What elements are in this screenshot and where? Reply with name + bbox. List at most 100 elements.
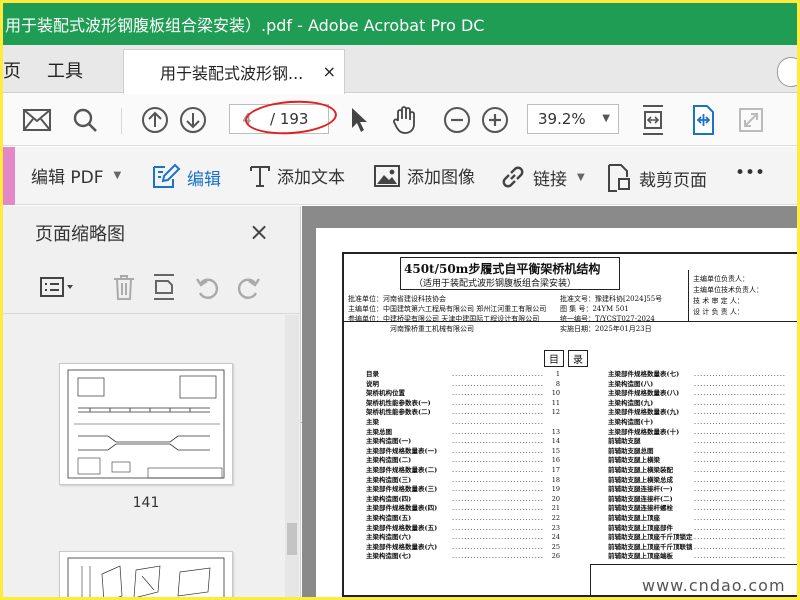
toc-leader-dots: ........................................ — [452, 379, 544, 388]
toc-entry[interactable]: 前辅助支腿连接杆(一).............................… — [608, 485, 797, 495]
toc-entry[interactable]: 前辅助支腿连接杆(二).............................… — [608, 495, 797, 505]
toc-entry[interactable]: 主梁部件规格数量表(八)............................… — [608, 389, 797, 399]
edit-button[interactable]: 编辑 — [151, 163, 221, 191]
toc-entry-page: 14 — [551, 437, 560, 446]
toc-entry[interactable]: 主梁构造图(三)................................… — [366, 476, 560, 486]
profile-icon[interactable] — [777, 57, 797, 87]
toc-entry-title: 前辅助支腿连接杆(一) — [608, 485, 673, 494]
toc-entry[interactable]: 主梁构造图(六)................................… — [366, 533, 560, 543]
zoom-select[interactable]: 39.2% ▼ — [527, 104, 619, 134]
previous-page-icon[interactable] — [139, 104, 171, 136]
select-cursor-icon[interactable] — [343, 104, 375, 136]
tab-document-label: 用于装配式波形钢... — [160, 64, 304, 83]
extract-page-icon[interactable] — [149, 272, 179, 302]
mail-icon[interactable] — [21, 104, 53, 136]
toc-leader-dots: ........................................ — [452, 437, 544, 446]
toc-entry[interactable]: 目录......................................… — [366, 370, 560, 380]
tab-home[interactable]: 页 — [3, 57, 21, 83]
toc-leader-dots: ........................................ — [694, 465, 786, 474]
rotate-left-icon[interactable] — [193, 272, 223, 302]
toc-leader-dots: ........................................ — [694, 398, 786, 407]
toc-entry[interactable]: 说明......................................… — [366, 380, 560, 390]
tab-tools[interactable]: 工具 — [47, 57, 83, 83]
zoom-in-icon[interactable] — [479, 104, 511, 136]
toc-entry[interactable]: 前辅助支腿上顶座千斤顶锁定...........................… — [608, 533, 797, 543]
toc-entry[interactable]: 主梁部件规格数量表(五)............................… — [366, 524, 560, 534]
toc-entry[interactable]: 主梁构造图(一)................................… — [366, 437, 560, 447]
toc-entry[interactable]: 前辅助支腿上顶座部件..............................… — [608, 524, 797, 534]
toc-entry[interactable]: 前辅助支腿连接杆螺栓..............................… — [608, 504, 797, 514]
toc-entry-page: 22 — [551, 513, 560, 522]
toc-entry[interactable]: 主梁部件规格数量表(四)............................… — [366, 504, 560, 514]
thumbnail-options-icon[interactable] — [37, 272, 79, 302]
toc-entry[interactable]: 前辅助支腿上横梁................................… — [608, 456, 797, 466]
fit-page-icon[interactable] — [637, 104, 669, 136]
toc-entry-title: 主梁构造图(三) — [366, 475, 412, 484]
full-screen-icon[interactable] — [735, 104, 767, 136]
toc-entry[interactable]: 主梁部件规格数量表(三)............................… — [366, 485, 560, 495]
toc-entry-title: 前辅助支腿上顶座千斤顶锁定 — [608, 533, 693, 542]
search-icon[interactable] — [69, 104, 101, 136]
toc-entry[interactable]: 前辅助支腿上顶座千斤顶联锁...........................… — [608, 543, 797, 553]
next-page-icon[interactable] — [177, 104, 209, 136]
delete-page-icon[interactable] — [109, 272, 139, 302]
add-text-button[interactable]: 添加文本 — [249, 163, 345, 188]
toc-entry[interactable]: 前辅助支腿上顶座................................… — [608, 514, 797, 524]
toc-heading-char: 录 — [568, 350, 588, 367]
toc-entry[interactable]: 架桥机性能参数表(一).............................… — [366, 399, 560, 409]
toc-entry[interactable]: 主梁部件规格数量表(十)............................… — [608, 428, 797, 438]
toc-entry-page — [786, 437, 797, 447]
thumbnail-scrollbar[interactable] — [285, 315, 299, 597]
scrollbar-thumb[interactable] — [287, 523, 297, 555]
toc-entry[interactable]: 前辅助支腿上横梁总成..............................… — [608, 476, 797, 486]
link-icon — [502, 166, 524, 188]
toc-entry[interactable]: 主梁构造图(二)................................… — [366, 456, 560, 466]
fit-width-icon[interactable] — [687, 104, 719, 136]
toc-entry-title: 主梁构造图(二) — [366, 456, 412, 465]
tab-document[interactable]: 用于装配式波形钢... × — [123, 49, 345, 94]
toc-entry[interactable]: 主梁构造图(七)................................… — [366, 552, 560, 562]
hand-tool-icon[interactable] — [389, 104, 421, 136]
toc-entry[interactable]: 架桥机构位置..................................… — [366, 389, 560, 399]
zoom-out-icon[interactable] — [441, 104, 473, 136]
toc-entry-title: 前辅助支腿上顶座端板 — [608, 552, 673, 561]
toc-entry-title: 主梁构造图(四) — [366, 494, 412, 503]
toc-entry[interactable]: 主梁构造图(九)................................… — [608, 399, 797, 409]
toc-left-column: 目录......................................… — [366, 370, 560, 562]
toc-entry[interactable]: 前辅助支腿上顶座端板..............................… — [608, 552, 797, 562]
more-tools-button[interactable]: ••• — [735, 163, 765, 183]
page-thumbnail[interactable] — [59, 551, 233, 597]
toc-entry[interactable]: 主梁构造图(五)................................… — [366, 514, 560, 524]
toc-entry[interactable]: 主梁部件规格数量表(九)............................… — [608, 408, 797, 418]
signature-line: 技 术 审 定 人： — [693, 297, 744, 305]
watermark: www.cndao.com — [642, 576, 786, 595]
toc-entry[interactable]: 主梁部件规格数量表(六)............................… — [366, 543, 560, 553]
toc-entry[interactable]: 主梁部件规格数量表(一)............................… — [366, 447, 560, 457]
toc-entry[interactable]: 主梁......................................… — [366, 418, 560, 428]
more-icon: ••• — [735, 163, 766, 183]
toc-entry[interactable]: 主梁部件规格数量表(二)............................… — [366, 466, 560, 476]
toc-entry[interactable]: 架桥机性能参数表(二).............................… — [366, 408, 560, 418]
sheet-header: 450t/50m步履式自平衡架桥机结构 （适用于装配式波形钢腹板组合梁安装） 批… — [344, 254, 797, 333]
toc-entry[interactable]: 主梁构造图(四)................................… — [366, 495, 560, 505]
toc-entry-page — [786, 533, 797, 543]
toc-entry[interactable]: 主梁总图....................................… — [366, 428, 560, 438]
toc-entry[interactable]: 前辅助支腿...................................… — [608, 437, 797, 447]
page-thumbnail[interactable] — [59, 363, 233, 485]
toc-entry[interactable]: 前辅助支腿上横梁装配..............................… — [608, 466, 797, 476]
toc-entry-title: 主梁构造图(七) — [366, 552, 412, 561]
info-line: 参编单位：中建桥梁有限公司 天津中建国际工程设计有限公司 — [348, 315, 540, 323]
link-menu[interactable]: 链接 ▼ — [499, 163, 585, 191]
toc-entry[interactable]: 主梁构造图(十)................................… — [608, 418, 797, 428]
toc-entry[interactable]: 主梁部件规格数量表(七)............................… — [608, 370, 797, 380]
rotate-right-icon[interactable] — [233, 272, 263, 302]
close-icon[interactable]: × — [323, 62, 336, 81]
add-image-button[interactable]: 添加图像 — [373, 163, 475, 188]
toc-entry[interactable]: 前辅助支腿总图.................................… — [608, 447, 797, 457]
crop-page-button[interactable]: 裁剪页面 — [605, 163, 707, 193]
toc-entry[interactable]: 主梁构造图(八)................................… — [608, 380, 797, 390]
close-icon[interactable]: × — [249, 218, 269, 246]
edit-pdf-menu[interactable]: 编辑 PDF ▼ — [31, 163, 121, 188]
toc-leader-dots: ........................................ — [452, 398, 544, 407]
document-view[interactable]: 450t/50m步履式自平衡架桥机结构 （适用于装配式波形钢腹板组合梁安装） 批… — [302, 206, 797, 597]
